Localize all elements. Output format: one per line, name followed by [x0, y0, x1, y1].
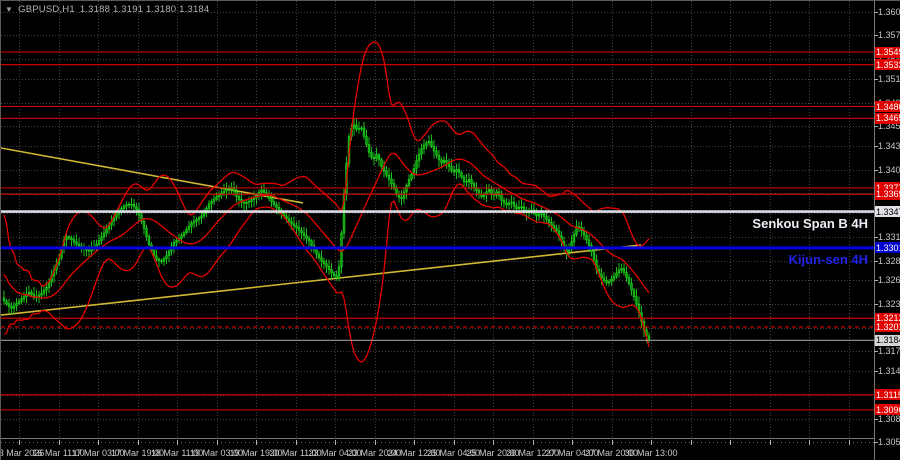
price-level-badge-red: 1.3115	[875, 389, 900, 400]
ohlc-values: 1.3188 1.3191 1.3180 1.3184	[80, 4, 210, 15]
candles	[3, 119, 650, 343]
price-tick-label: 1.3515	[878, 74, 900, 84]
price-level-badge-red-dashed: 1.3201	[875, 321, 900, 332]
time-tick-label: 30 Mar 13:00	[623, 448, 679, 458]
price-tick-label: 1.3170	[878, 346, 900, 356]
indicator-label-kijun: Kijun-sen 4H	[789, 252, 868, 267]
price-tick-label: 1.3260	[878, 275, 900, 285]
price-tick-label: 1.3600	[878, 7, 900, 17]
price-level-badge-senkou: 1.3347	[875, 206, 900, 217]
plot-area	[1, 1, 874, 438]
price-tick-label: 1.3315	[878, 232, 900, 242]
indicator-label-senkou: Senkou Span B 4H	[752, 216, 868, 231]
mt4-chart-window: ▼ GBPUSD,H1 1.3188 1.3191 1.3180 1.3184 …	[0, 0, 900, 460]
chart-title: ▼ GBPUSD,H1 1.3188 1.3191 1.3180 1.3184	[5, 4, 209, 15]
price-level-badge-red: 1.3533	[875, 59, 900, 70]
price-level-badge-red: 1.3096	[875, 404, 900, 415]
price-level-badge-red: 1.3465	[875, 113, 900, 124]
price-level-badge-current: 1.3184	[875, 335, 900, 346]
grid	[1, 1, 874, 438]
price-tick-label: 1.3145	[878, 366, 900, 376]
price-level-badge-red: 1.3369	[875, 189, 900, 200]
price-tick-label: 1.3285	[878, 256, 900, 266]
axis-ticks	[20, 13, 879, 446]
price-tick-label: 1.3230	[878, 299, 900, 309]
price-tick-label: 1.3430	[878, 141, 900, 151]
price-level-badge-red: 1.3549	[875, 47, 900, 58]
symbol-dropdown-icon[interactable]: ▼	[5, 6, 13, 14]
symbol-period-label: GBPUSD,H1	[18, 4, 75, 15]
price-tick-label: 1.3570	[878, 30, 900, 40]
price-level-badge-red: 1.3480	[875, 101, 900, 112]
price-tick-label: 1.3400	[878, 165, 900, 175]
price-level-badge-kijun: 1.3301	[875, 242, 900, 253]
price-tick-label: 1.3055	[878, 437, 900, 447]
